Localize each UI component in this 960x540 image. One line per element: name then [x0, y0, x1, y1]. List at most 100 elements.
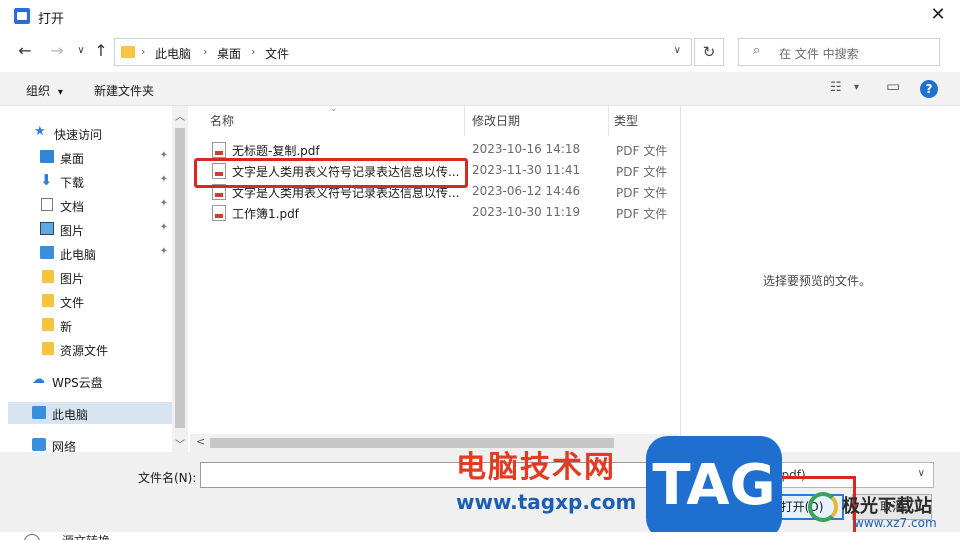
sidebar-item-label: 此电脑: [52, 408, 89, 422]
sidebar-item-label: 文件: [60, 296, 85, 310]
pdf-file-icon: [212, 205, 226, 221]
folder-icon: [42, 294, 54, 307]
pdf-file-icon: [212, 142, 226, 158]
sidebar-item-label: 下载: [60, 176, 85, 190]
refresh-button[interactable]: ↻: [694, 38, 724, 66]
organize-button[interactable]: 组织 ▾: [26, 82, 63, 99]
forward-button[interactable]: →: [46, 40, 68, 62]
watermark-brand-url: www.xz7.com: [854, 516, 937, 530]
file-name: 工作簿1.pdf: [232, 207, 299, 221]
file-type: PDF 文件: [616, 144, 668, 158]
sidebar-item-pictures-folder[interactable]: 图片: [8, 266, 172, 288]
search-icon: ⌕: [753, 43, 761, 58]
scroll-left-icon[interactable]: <: [196, 435, 205, 448]
preview-pane-icon[interactable]: ▭: [886, 77, 900, 95]
preview-pane: 选择要预览的文件。: [680, 106, 952, 452]
watermark-swirl-logo: [808, 492, 838, 522]
folder-icon: [42, 318, 54, 331]
sidebar-scrollbar[interactable]: ︿ ﹀: [172, 106, 188, 452]
sidebar-item-pictures[interactable]: 图片 ✦: [8, 218, 172, 240]
breadcrumb-files[interactable]: 文件: [265, 45, 289, 62]
pin-icon: ✦: [159, 198, 168, 209]
up-button[interactable]: ↑: [90, 40, 112, 62]
pin-icon: ✦: [159, 246, 168, 257]
file-name: 无标题-复制.pdf: [232, 144, 320, 158]
sidebar-item-label: 此电脑: [60, 248, 97, 262]
preview-message: 选择要预览的文件。: [763, 274, 872, 288]
breadcrumb-separator: ›: [203, 45, 208, 58]
sidebar-item-label: 图片: [60, 224, 85, 238]
breadcrumb-desktop[interactable]: 桌面: [217, 45, 241, 62]
navigation-pane: ★ 快速访问 桌面 ✦ ⬇ 下载 ✦ 文档 ✦ 图片 ✦ 此电脑 ✦ 图片 文件…: [8, 106, 172, 452]
search-box[interactable]: ⌕ 在 文件 中搜索: [738, 38, 940, 66]
sidebar-item-label: 桌面: [60, 152, 85, 166]
view-options-icon[interactable]: ☷: [830, 80, 842, 95]
sidebar-item-desktop[interactable]: 桌面 ✦: [8, 146, 172, 168]
navigation-bar: ← → ∨ ↑ › 此电脑 › 桌面 › 文件 ∨ ↻ ⌕ 在 文件 中搜索: [0, 32, 960, 72]
scrollbar-thumb[interactable]: [175, 128, 185, 428]
column-divider[interactable]: [464, 106, 465, 136]
window-title: 打开: [38, 12, 65, 27]
command-toolbar: 组织 ▾ 新建文件夹 ☷ ▾ ▭ ?: [0, 72, 960, 106]
close-button[interactable]: ✕: [924, 2, 952, 30]
address-dropdown-icon[interactable]: ∨: [674, 45, 681, 56]
sort-indicator-icon: ⌄: [330, 104, 338, 114]
sidebar-item-label: 新: [60, 320, 73, 334]
breadcrumb-this-pc[interactable]: 此电脑: [155, 45, 191, 62]
breadcrumb-separator: ›: [141, 45, 146, 58]
folder-icon: [42, 342, 54, 355]
file-date: 2023-06-12 14:46: [472, 184, 581, 198]
sidebar-item-label: 网络: [52, 440, 77, 452]
download-icon: ⬇: [40, 171, 53, 189]
file-row[interactable]: 无标题-复制.pdf 2023-10-16 14:18 PDF 文件: [208, 139, 678, 160]
search-placeholder: 在 文件 中搜索: [779, 47, 859, 61]
new-folder-button[interactable]: 新建文件夹: [94, 82, 154, 99]
title-bar: 打开 ✕: [0, 0, 960, 32]
pin-icon: ✦: [159, 150, 168, 161]
folder-icon: [42, 270, 54, 283]
address-bar[interactable]: › 此电脑 › 桌面 › 文件 ∨: [114, 38, 692, 66]
file-date: 2023-10-30 11:19: [472, 205, 581, 219]
column-divider[interactable]: [608, 106, 609, 136]
sidebar-item-downloads[interactable]: ⬇ 下载 ✦: [8, 170, 172, 192]
sidebar-item-label: 文档: [60, 200, 85, 214]
sidebar-item-documents[interactable]: 文档 ✦: [8, 194, 172, 216]
pin-icon: ✦: [159, 174, 168, 185]
annotation-highlight-box: [194, 158, 468, 188]
folder-icon: [121, 46, 135, 58]
recent-locations-button[interactable]: ∨: [70, 40, 92, 62]
sidebar-item-wps-cloud[interactable]: ☁ WPS云盘: [8, 370, 172, 392]
organize-label: 组织: [26, 84, 51, 98]
back-button[interactable]: ←: [14, 40, 36, 62]
sidebar-item-this-pc[interactable]: 此电脑: [8, 402, 172, 424]
scroll-up-icon[interactable]: ︿: [175, 108, 185, 123]
sidebar-item-label: WPS云盘: [52, 376, 103, 390]
sidebar-item-network[interactable]: 网络: [8, 434, 172, 452]
file-date: 2023-10-16 14:18: [472, 142, 581, 156]
status-icon: [24, 534, 40, 540]
chevron-down-icon[interactable]: ▾: [854, 82, 859, 93]
sidebar-item-label: 图片: [60, 272, 85, 286]
column-header-type[interactable]: 类型: [614, 112, 638, 129]
watermark: 电脑技术网 www.tagxp.com TAG 极光下载站 www.xz7.co…: [450, 436, 960, 540]
sidebar-item-resources-folder[interactable]: 资源文件: [8, 338, 172, 360]
column-header-modified[interactable]: 修改日期: [472, 112, 520, 129]
sidebar-item-new-folder[interactable]: 新: [8, 314, 172, 336]
help-icon[interactable]: ?: [920, 80, 938, 98]
scroll-down-icon[interactable]: ﹀: [175, 436, 185, 451]
watermark-site-name: 电脑技术网: [456, 450, 616, 485]
sidebar-item-quick-access[interactable]: ★ 快速访问: [8, 122, 172, 144]
watermark-site-url: www.tagxp.com: [456, 490, 637, 514]
sidebar-item-this-pc-pinned[interactable]: 此电脑 ✦: [8, 242, 172, 264]
file-type: PDF 文件: [616, 186, 668, 200]
column-header-name[interactable]: 名称: [210, 112, 234, 129]
file-row[interactable]: 工作簿1.pdf 2023-10-30 11:19 PDF 文件: [208, 202, 678, 223]
sidebar-item-label: 快速访问: [54, 128, 103, 142]
file-date: 2023-11-30 11:41: [472, 163, 581, 177]
sidebar-item-files-folder[interactable]: 文件: [8, 290, 172, 312]
computer-icon: [32, 406, 46, 419]
status-strip: 源文转换: [0, 532, 960, 540]
file-type: PDF 文件: [616, 165, 668, 179]
file-type: PDF 文件: [616, 207, 668, 221]
cloud-icon: ☁: [32, 372, 45, 387]
